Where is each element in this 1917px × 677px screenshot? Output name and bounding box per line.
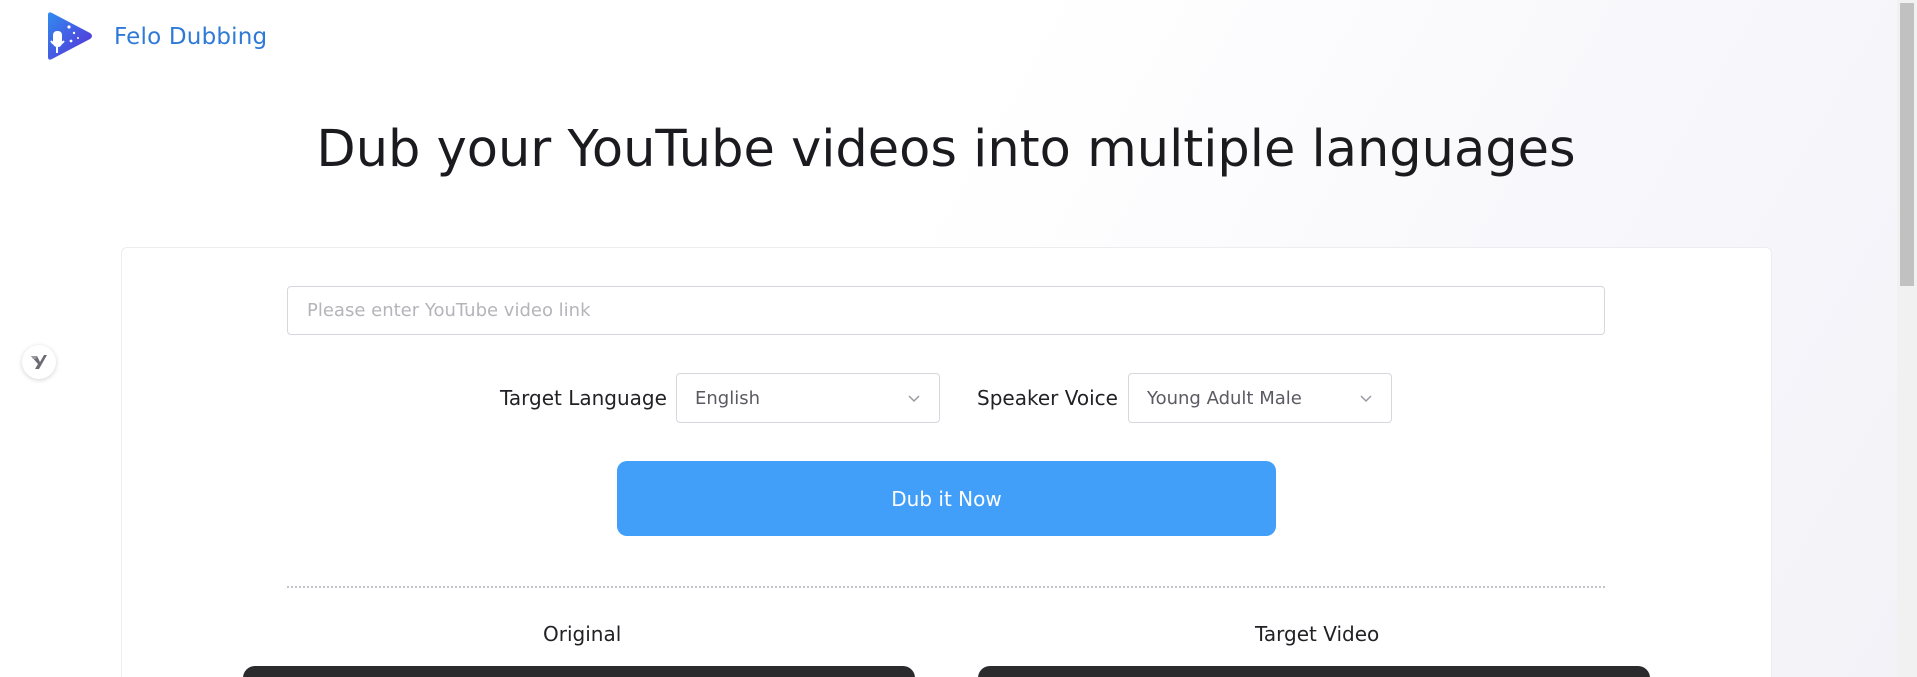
target-video-player[interactable] — [978, 666, 1650, 677]
chevron-down-icon — [908, 395, 920, 403]
original-video-player[interactable] — [243, 666, 915, 677]
scrollbar-thumb[interactable] — [1900, 3, 1914, 286]
speaker-voice-value: Young Adult Male — [1147, 387, 1302, 409]
speaker-voice-label: Speaker Voice — [977, 386, 1118, 410]
original-video-title: Original — [543, 622, 622, 646]
felo-logo-icon[interactable] — [44, 11, 94, 63]
section-divider — [287, 586, 1605, 588]
target-language-label: Target Language — [500, 386, 667, 410]
page-title: Dub your YouTube videos into multiple la… — [316, 120, 1576, 179]
target-language-select[interactable]: English — [676, 373, 940, 423]
chevron-down-icon — [1360, 395, 1372, 403]
target-video-title: Target Video — [1255, 622, 1380, 646]
youtube-link-input[interactable] — [287, 286, 1605, 335]
speaker-voice-select[interactable]: Young Adult Male — [1128, 373, 1392, 423]
brand-name[interactable]: Felo Dubbing — [114, 24, 267, 50]
side-badge[interactable] — [22, 345, 56, 379]
page-scrollbar[interactable] — [1897, 0, 1917, 677]
dub-it-now-button[interactable]: Dub it Now — [617, 461, 1276, 536]
felo-y-badge-icon — [31, 355, 47, 369]
target-language-value: English — [695, 387, 760, 409]
page: Felo Dubbing Dub your YouTube videos int… — [0, 0, 1917, 677]
header: Felo Dubbing — [44, 10, 267, 64]
